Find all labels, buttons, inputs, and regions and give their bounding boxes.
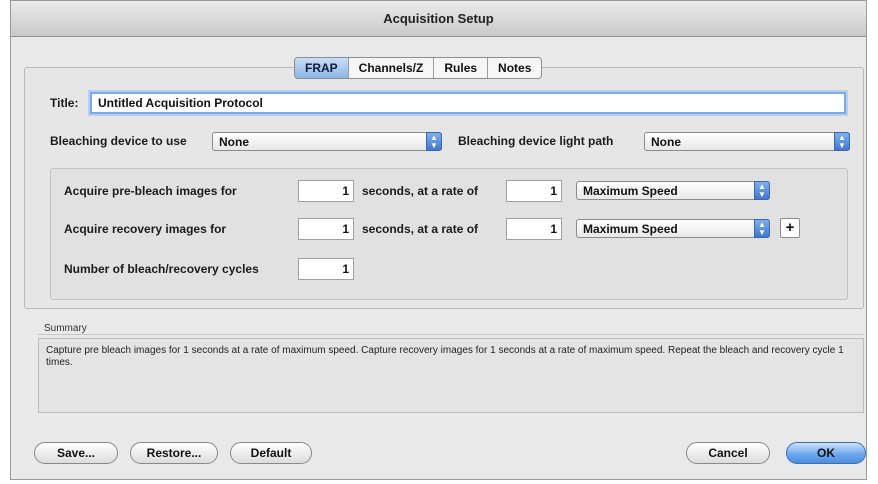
bleach-device-label: Bleaching device to use [50,134,187,148]
restore-button[interactable]: Restore... [130,442,218,464]
tab-notes[interactable]: Notes [488,58,541,78]
tab-bar: FRAP Channels/Z Rules Notes [294,57,543,79]
bleach-device-select[interactable]: None ▲ ▼ [212,132,442,151]
summary-divider [38,334,864,335]
updown-arrow-icon: ▲ ▼ [754,181,770,200]
prebleach-speed-value: Maximum Speed [583,184,678,198]
default-button[interactable]: Default [230,442,312,464]
light-path-value: None [651,135,681,149]
bleach-device-value: None [219,135,249,149]
add-step-button[interactable]: + [780,218,800,238]
cancel-button[interactable]: Cancel [686,442,770,464]
summary-text: Capture pre bleach images for 1 seconds … [38,338,864,413]
updown-arrow-icon: ▲ ▼ [754,219,770,238]
light-path-label: Bleaching device light path [458,134,614,148]
recovery-rate-text: seconds, at a rate of [362,222,479,236]
tab-rules[interactable]: Rules [434,58,489,78]
cycles-label: Number of bleach/recovery cycles [64,262,259,276]
tab-channels-z[interactable]: Channels/Z [349,58,435,78]
prebleach-rate-text: seconds, at a rate of [362,184,479,198]
tab-frap[interactable]: FRAP [295,58,349,78]
recovery-speed-select[interactable]: Maximum Speed ▲ ▼ [576,219,770,238]
prebleach-speed-select[interactable]: Maximum Speed ▲ ▼ [576,181,770,200]
ok-button[interactable]: OK [786,442,866,464]
title-input[interactable] [90,92,846,114]
recovery-seconds-field[interactable]: 1 [298,218,354,240]
recovery-label: Acquire recovery images for [64,222,227,236]
save-button[interactable]: Save... [34,442,118,464]
recovery-rate-field[interactable]: 1 [506,218,562,240]
recovery-speed-value: Maximum Speed [583,222,678,236]
cycles-field[interactable]: 1 [298,258,354,280]
prebleach-label: Acquire pre-bleach images for [64,184,237,198]
prebleach-rate-field[interactable]: 1 [506,180,562,202]
light-path-select[interactable]: None ▲ ▼ [644,132,850,151]
updown-arrow-icon: ▲ ▼ [426,132,442,151]
title-label: Title: [50,96,79,110]
summary-label: Summary [44,323,87,334]
updown-arrow-icon: ▲ ▼ [834,132,850,151]
window-title: Acquisition Setup [11,1,866,37]
prebleach-seconds-field[interactable]: 1 [298,180,354,202]
